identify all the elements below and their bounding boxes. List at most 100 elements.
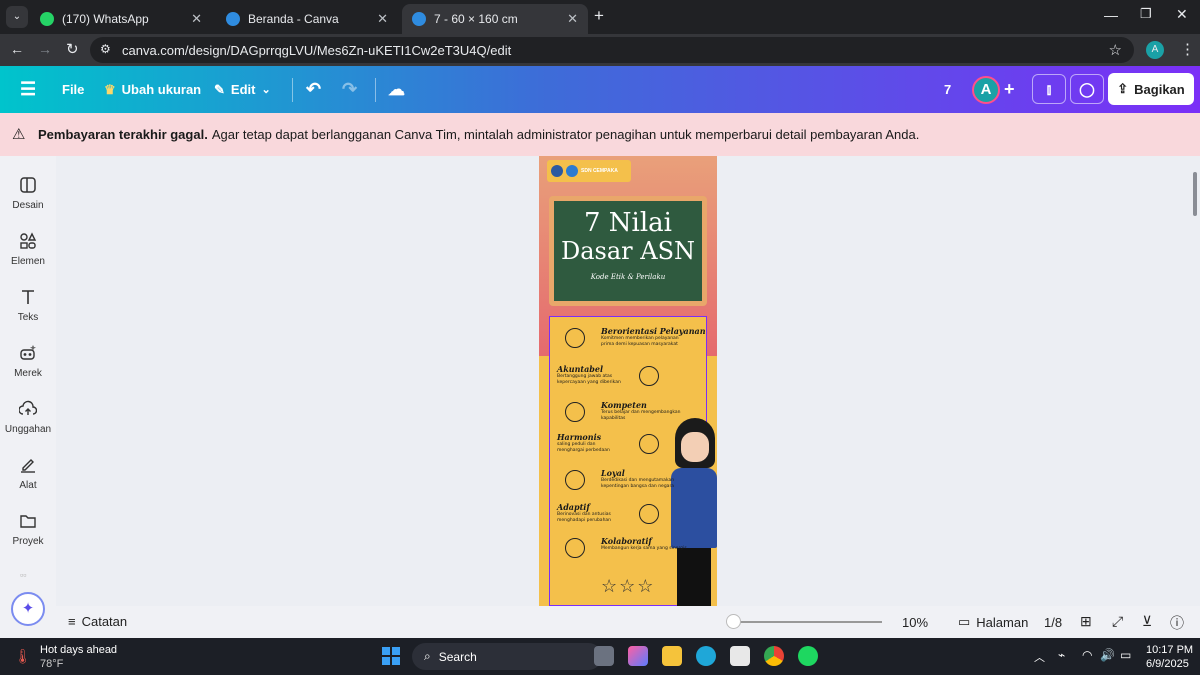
fullscreen-icon[interactable]: ⤢: [1112, 613, 1123, 630]
value-desc: Komitmen memberikan pelayanan prima demi…: [601, 336, 679, 347]
profile-avatar[interactable]: A: [1146, 41, 1164, 59]
value-item: Akuntabel Bertanggung jawab atas kepercay…: [557, 364, 659, 386]
add-collaborator-icon[interactable]: +: [1004, 66, 1015, 113]
value-icon: [565, 328, 585, 348]
user-avatar[interactable]: A: [972, 76, 1000, 104]
sidebar-item-elements[interactable]: Elemen: [0, 232, 56, 267]
whatsapp-icon: [40, 12, 54, 26]
battery-icon[interactable]: ▭: [1120, 648, 1131, 662]
pages-icon: ▭: [958, 614, 971, 629]
back-icon[interactable]: ←: [10, 41, 24, 57]
forward-icon[interactable]: →: [38, 41, 52, 57]
tab-title: 7 - 60 × 160 cm: [434, 12, 518, 26]
sidebar-item-label: Desain: [12, 200, 44, 211]
sidebar-item-label: Teks: [17, 312, 39, 323]
comment-icon: ◯: [1079, 81, 1095, 97]
vertical-scrollbar[interactable]: [1190, 156, 1200, 606]
zoom-level[interactable]: 10%: [902, 615, 928, 630]
tab-search-button[interactable]: ⌄: [6, 6, 28, 28]
file-menu[interactable]: File: [62, 66, 84, 113]
menu-kebab-icon[interactable]: ⋮: [1180, 40, 1195, 58]
page-indicator: 1/8: [1044, 615, 1063, 630]
download-icon[interactable]: ⊻: [1142, 613, 1152, 630]
value-desc: Membangun kerja sama yang sinergis: [601, 546, 687, 551]
comments-button[interactable]: ◯: [1070, 74, 1104, 104]
tab-title: Beranda - Canva: [248, 12, 339, 26]
close-tab-icon[interactable]: ✕: [377, 11, 388, 27]
value-desc: Terus belajar dan mengembangkan kapabili…: [601, 410, 681, 421]
help-icon[interactable]: ⓘ: [1170, 613, 1184, 633]
clock-date[interactable]: 6/9/2025: [1146, 658, 1189, 670]
editor-footer: ≡ Catatan 10% ▭ Halaman 1/8 ⊞ ⤢ ⊻ ⓘ: [56, 606, 1200, 638]
store-icon[interactable]: [730, 646, 750, 666]
zoom-slider-thumb[interactable]: [726, 614, 741, 629]
notes-button[interactable]: ≡ Catatan: [68, 614, 127, 629]
scrollbar-thumb[interactable]: [1193, 172, 1197, 216]
wifi-icon[interactable]: ◠: [1082, 648, 1092, 662]
undo-icon[interactable]: ↶: [306, 66, 321, 113]
spotify-icon[interactable]: [798, 646, 818, 666]
share-label: Bagikan: [1134, 81, 1185, 97]
tab-beranda-canva[interactable]: Beranda - Canva ✕: [216, 4, 398, 34]
close-tab-icon[interactable]: ✕: [191, 11, 202, 27]
reload-icon[interactable]: ↻: [66, 40, 79, 58]
text-icon: [22, 290, 34, 304]
sidebar-item-uploads[interactable]: Unggahan: [0, 400, 56, 435]
hamburger-menu-icon[interactable]: ☰: [20, 66, 36, 113]
minimize-button[interactable]: —: [1104, 7, 1118, 23]
insights-button[interactable]: ⫾: [1032, 74, 1066, 104]
sidebar-item-text[interactable]: Teks: [0, 288, 56, 323]
crown-icon: ♛: [104, 81, 116, 97]
magic-assistant-button[interactable]: ✦: [11, 592, 45, 626]
poster-title-line2: Dasar ASN: [560, 237, 696, 265]
redo-icon[interactable]: ↷: [342, 66, 357, 113]
tray-chevron-icon[interactable]: ︿: [1034, 649, 1045, 665]
layout-icon: [20, 177, 36, 193]
sidebar-item-projects[interactable]: Proyek: [0, 512, 56, 547]
shapes-icon: [20, 232, 37, 249]
edit-menu[interactable]: ✎ Edit ⌄: [214, 66, 271, 113]
close-tab-icon[interactable]: ✕: [567, 11, 578, 27]
value-icon: [565, 402, 585, 422]
notes-icon: ≡: [68, 614, 76, 629]
value-desc: Berdedikasi dan mengutamakan kepentingan…: [601, 478, 675, 489]
search-label: Search: [438, 649, 477, 664]
sidebar-item-tools[interactable]: Alat: [0, 456, 56, 491]
tab-design[interactable]: 7 - 60 × 160 cm ✕: [402, 4, 588, 34]
site-info-icon[interactable]: ⚙: [100, 42, 111, 56]
new-tab-button[interactable]: +: [594, 6, 604, 26]
taskview-icon[interactable]: [594, 646, 614, 666]
copilot-icon[interactable]: [628, 646, 648, 666]
clock-time[interactable]: 10:17 PM: [1146, 644, 1193, 656]
design-page[interactable]: SDN CEMPAKA 7 Nilai Dasar ASN Kode Etik …: [539, 156, 717, 606]
browser-toolbar: ← → ↻ ⚙ canva.com/design/DAGprrqgLVU/Mes…: [0, 34, 1200, 66]
value-item: Kolaboratif Membangun kerja sama yang sin…: [565, 536, 697, 558]
pages-button[interactable]: ▭ Halaman: [958, 614, 1028, 630]
cloud-saved-icon[interactable]: ☁: [388, 66, 405, 113]
taskbar-search[interactable]: ⌕ Search: [412, 643, 602, 670]
bookmark-star-icon[interactable]: ☆: [1109, 41, 1122, 59]
volume-icon[interactable]: 🔊: [1100, 648, 1115, 662]
upload-icon: [19, 400, 37, 415]
poster-title-line1: 7 Nilai: [583, 208, 672, 238]
resize-button[interactable]: ♛ Ubah ukuran: [104, 66, 201, 113]
grid-view-icon[interactable]: ⊞: [1080, 613, 1092, 630]
page-count-badge[interactable]: 7: [944, 66, 951, 113]
tab-whatsapp[interactable]: (170) WhatsApp ✕: [30, 4, 212, 34]
close-window-button[interactable]: ✕: [1176, 6, 1188, 23]
windows-start-icon[interactable]: [382, 647, 400, 665]
zoom-slider-track[interactable]: [732, 621, 882, 623]
pencil-icon: ✎: [214, 81, 225, 97]
address-bar[interactable]: ⚙ canva.com/design/DAGprrqgLVU/Mes6Zn-uK…: [90, 37, 1134, 63]
file-explorer-icon[interactable]: [662, 646, 682, 666]
sidebar-item-brand[interactable]: Merek: [0, 344, 56, 379]
restore-button[interactable]: ❐: [1140, 6, 1152, 22]
more-apps-icon[interactable]: ▫▫: [20, 570, 26, 580]
edge-icon[interactable]: [696, 646, 716, 666]
school-badge: SDN CEMPAKA: [547, 160, 631, 182]
weather-title[interactable]: Hot days ahead: [40, 644, 117, 656]
network-off-icon[interactable]: ⌁: [1058, 648, 1065, 662]
chrome-icon[interactable]: [764, 646, 784, 666]
sidebar-item-design[interactable]: Desain: [0, 176, 56, 211]
share-button[interactable]: ⇪ Bagikan: [1108, 73, 1194, 105]
